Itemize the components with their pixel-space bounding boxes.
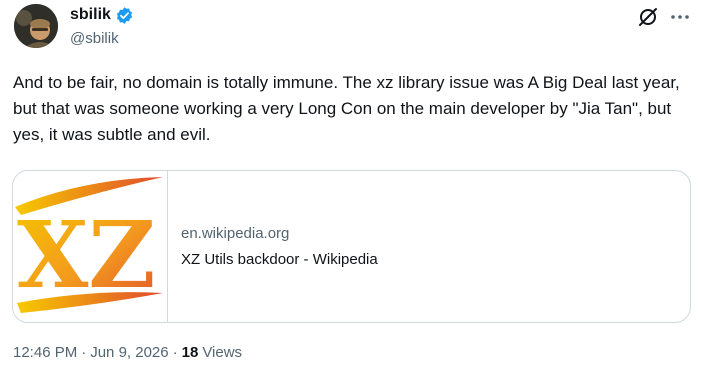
author-name-row[interactable]: sbilik <box>70 5 134 25</box>
author-display-name[interactable]: sbilik <box>70 5 111 25</box>
meta-separator-2: · <box>172 344 178 361</box>
tweet-meta: 12:46 PM · Jun 9, 2026 · 18 Views <box>13 343 242 363</box>
author-handle[interactable]: @sbilik <box>70 29 119 49</box>
author-avatar[interactable] <box>14 4 58 48</box>
link-card-title[interactable]: XZ Utils backdoor - Wikipedia <box>181 250 378 270</box>
tweet-time[interactable]: 12:46 PM <box>13 343 77 363</box>
more-options-icon[interactable] <box>668 6 692 28</box>
verified-badge-icon <box>115 6 134 25</box>
views-count[interactable]: 18 <box>182 343 199 363</box>
meta-separator: · <box>81 344 87 361</box>
views-label[interactable]: Views <box>202 343 242 363</box>
link-card-domain[interactable]: en.wikipedia.org <box>181 224 289 244</box>
tweet-text: And to be fair, no domain is totally imm… <box>13 73 680 144</box>
link-preview-card[interactable]: XZ en.wikipedia.org XZ Utils backdoor - … <box>12 170 691 323</box>
link-card-thumbnail[interactable]: XZ <box>13 171 168 322</box>
tweet-date[interactable]: Jun 9, 2026 <box>90 343 168 363</box>
xz-logo-text: XZ <box>17 201 156 309</box>
grok-icon[interactable] <box>637 6 659 28</box>
